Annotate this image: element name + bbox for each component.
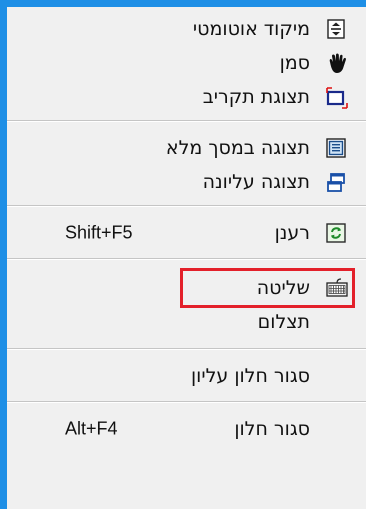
menu-item-label: סגור חלון — [234, 418, 310, 440]
window-left-border — [0, 0, 7, 509]
zoom-view-icon — [326, 87, 348, 109]
menu-item-fullscreen[interactable]: תצוגה במסך מלא — [7, 132, 366, 164]
menu-item-label: תצוגה עליונה — [202, 171, 310, 193]
menu-separator — [7, 258, 366, 260]
menu-item-label: תצלום — [257, 311, 310, 333]
hand-pointer-icon — [326, 53, 346, 73]
menu-item-close-window[interactable]: סגור חלון Alt+F4 — [7, 413, 366, 445]
context-menu: מיקוד אוטומטי סמן תצוגת תקריב תצוגה במסך… — [7, 7, 366, 509]
menu-separator — [7, 120, 366, 122]
menu-item-shortcut: Shift+F5 — [65, 222, 133, 243]
fullscreen-icon — [326, 138, 346, 158]
menu-item-label: רענן — [274, 222, 310, 244]
menu-item-label: תצוגה במסך מלא — [165, 137, 310, 159]
menu-item-close-top-window[interactable]: סגור חלון עליון — [7, 360, 366, 392]
highlight-box — [180, 268, 355, 308]
menu-item-label: תצוגת תקריב — [202, 86, 310, 108]
refresh-icon — [326, 223, 346, 243]
menu-item-label: סמן — [279, 52, 310, 74]
menu-item-label: סגור חלון עליון — [190, 365, 310, 387]
menu-item-label: מיקוד אוטומטי — [192, 18, 310, 40]
menu-separator — [7, 348, 366, 350]
menu-item-top-view[interactable]: תצוגה עליונה — [7, 166, 366, 198]
menu-separator — [7, 401, 366, 403]
menu-item-auto-focus[interactable]: מיקוד אוטומטי — [7, 13, 366, 45]
auto-focus-icon — [326, 19, 346, 39]
menu-item-shortcut: Alt+F4 — [65, 418, 118, 439]
window-title-bar-edge — [0, 0, 366, 7]
menu-item-pointer[interactable]: סמן — [7, 47, 366, 79]
menu-item-screenshot[interactable]: תצלום — [7, 306, 366, 338]
top-view-icon — [326, 172, 346, 192]
menu-separator — [7, 205, 366, 207]
menu-item-refresh[interactable]: רענן Shift+F5 — [7, 217, 366, 249]
menu-item-zoom-view[interactable]: תצוגת תקריב — [7, 81, 366, 113]
